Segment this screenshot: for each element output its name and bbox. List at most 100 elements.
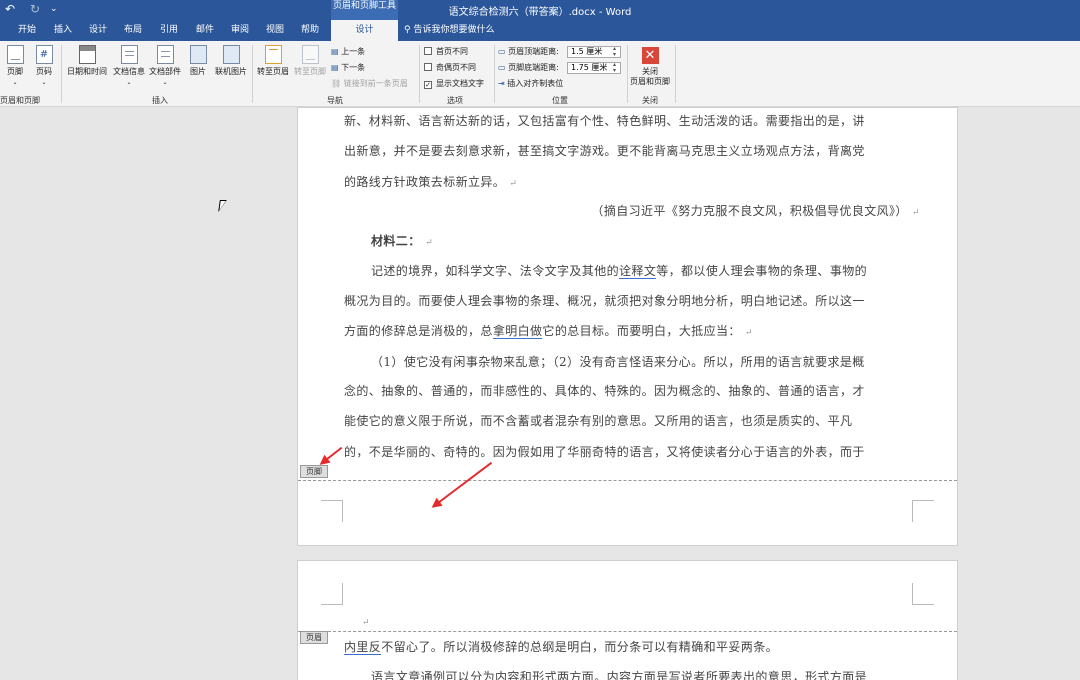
title-bar: ↶ ↻ ⌄ 页眉和页脚工具 语文综合检测六（带答案）.docx - Word xyxy=(0,0,1080,20)
doc-parts-label: 文档部件 xyxy=(149,67,181,76)
next-label: 下一条 xyxy=(341,63,366,72)
date-time-label: 日期和时间 xyxy=(67,67,107,76)
checkbox-icon xyxy=(424,47,432,55)
tell-me-text: 告诉我你想要做什么 xyxy=(413,25,495,35)
picture-button[interactable]: 图片 xyxy=(187,45,209,77)
body-text-line: 新、材料新、语言新达新的话，又包括富有个性、特色鲜明、生动活泼的话。需要指出的是… xyxy=(344,114,865,128)
body-text-line: 念的、抽象的、普通的，而非感性的、具体的、特殊的。因为概念的、抽象的、普通的语言… xyxy=(344,384,865,398)
online-picture-button[interactable]: 联机图片 xyxy=(213,45,249,77)
body-text-line: 语言文章通例可以分为内容和形式两方面。内容方面是写说者所要表出的意思，形式方面是 xyxy=(371,670,868,680)
close-label-1: 关闭 xyxy=(642,67,658,76)
body-text: 不留心了。所以消极修辞的总纲是明白，而分条可以有精确和平妥两条。 xyxy=(381,640,779,654)
body-text-line: 的，不是华丽的、奇特的。因为假如用了华丽奇特的语言，又将使读者分心于语言的外表，… xyxy=(344,445,865,459)
goto-header-button[interactable]: 转至页眉 xyxy=(255,45,291,77)
group-label-options: 选项 xyxy=(447,96,463,105)
divider xyxy=(61,45,62,103)
header-distance-icon: ▭ xyxy=(498,47,509,56)
picture-icon xyxy=(189,45,207,64)
picture-label: 图片 xyxy=(190,67,206,76)
paragraph-mark: ↵ xyxy=(745,328,753,338)
section-heading: 材料二： ↵ xyxy=(371,233,941,251)
tab-mailings[interactable]: 邮件 xyxy=(190,20,220,41)
insert-align-tab-button[interactable]: ⇥ 插入对齐制表位 xyxy=(498,78,563,90)
close-icon: ✕ xyxy=(641,47,659,64)
date-time-button[interactable]: 日期和时间 xyxy=(64,45,110,77)
tab-view[interactable]: 视图 xyxy=(260,20,290,41)
link-prev-label: 链接到前一条页眉 xyxy=(343,79,408,88)
body-text-line: 能使它的意义限于所说，而不含蓄或者混杂有别的意思。又所用的语言，也须是质实的、平… xyxy=(344,414,853,428)
page-number-label: 页码 xyxy=(36,67,52,76)
header-distance-input[interactable]: 1.5 厘米 xyxy=(567,46,621,58)
doc-info-label: 文档信息 xyxy=(113,67,145,76)
page-number-button[interactable]: # 页码 ⌄ xyxy=(33,45,55,88)
grammar-underlined-text[interactable]: 内里反 xyxy=(344,640,382,655)
diff-odd-even-checkbox[interactable]: 奇偶页不同 xyxy=(424,62,476,74)
footer-distance-text: 页脚底端距离: xyxy=(508,63,559,72)
footer-distance-input[interactable]: 1.75 厘米 xyxy=(567,62,621,74)
footer-icon xyxy=(6,45,24,64)
diff-odd-even-label: 奇偶页不同 xyxy=(436,63,476,72)
body-text: 它的总目标。而要明白，大抵应当： xyxy=(542,324,741,338)
tab-review[interactable]: 审阅 xyxy=(225,20,255,41)
tell-me-search[interactable]: ⚲ 告诉我你想要做什么 xyxy=(404,20,494,41)
prev-icon: ▤ xyxy=(331,47,342,56)
link-prev-button[interactable]: ⛓ 链接到前一条页眉 xyxy=(331,78,408,90)
goto-header-icon xyxy=(264,45,282,64)
insert-align-tab-label: 插入对齐制表位 xyxy=(507,79,564,88)
tab-insert[interactable]: 插入 xyxy=(48,20,78,41)
grammar-underlined-text[interactable]: 诠释文 xyxy=(619,264,657,279)
tab-layout[interactable]: 布局 xyxy=(118,20,148,41)
body-text-line: 方面的修辞总是消极的，总拿明白做它的总目标。而要明白，大抵应当： ↵ xyxy=(344,323,914,341)
body-text-line: 记述的境界，如科学文字、法令文字及其他的诠释文等，都以使人理会事物的条理、事物的 xyxy=(371,263,941,279)
header-tag: 页眉 xyxy=(300,631,328,644)
calendar-icon xyxy=(78,45,96,64)
divider xyxy=(627,45,628,103)
prev-button[interactable]: ▤ 上一条 xyxy=(331,46,365,58)
show-text-label: 显示文档文字 xyxy=(436,79,484,88)
checkbox-icon xyxy=(424,63,432,71)
page-number-icon: # xyxy=(35,45,53,64)
footer-label: 页脚 xyxy=(7,67,23,76)
doc-parts-button[interactable]: 文档部件 ⌄ xyxy=(147,45,183,88)
doc-parts-icon xyxy=(156,45,174,64)
citation-line: （摘自习近平《努力克服不良文风，积极倡导优良文风》） ↵ xyxy=(344,203,920,221)
online-picture-label: 联机图片 xyxy=(215,67,247,76)
grammar-underlined-text[interactable]: 拿明白做 xyxy=(492,324,543,339)
tab-references[interactable]: 引用 xyxy=(154,20,184,41)
tab-design-doc[interactable]: 设计 xyxy=(83,20,113,41)
body-text: 等，都以使人理会事物的条理、事物的 xyxy=(656,264,868,278)
diff-first-label: 首页不同 xyxy=(436,47,468,56)
body-text-line: 出新意，并不是要去刻意求新，甚至搞文字游戏。更不能背离马克思主义立场观点方法，背… xyxy=(344,144,865,158)
header-empty-paragraph: ↵ xyxy=(362,613,932,631)
tab-help[interactable]: 帮助 xyxy=(295,20,325,41)
citation-text: （摘自习近平《努力克服不良文风，积极倡导优良文风》） xyxy=(591,204,908,218)
ribbon-tabs: 开始 插入 设计 布局 引用 邮件 审阅 视图 帮助 设计 ⚲ 告诉我你想要做什… xyxy=(0,20,1080,41)
goto-footer-icon xyxy=(301,45,319,64)
goto-footer-button[interactable]: 转至页脚 xyxy=(292,45,328,77)
tab-home[interactable]: 开始 xyxy=(12,20,42,41)
show-text-checkbox[interactable]: ✓ 显示文档文字 xyxy=(424,78,484,90)
link-icon: ⛓ xyxy=(331,79,344,88)
diff-first-checkbox[interactable]: 首页不同 xyxy=(424,46,468,58)
paragraph-mark: ↵ xyxy=(509,179,518,189)
next-button[interactable]: ▤ 下一条 xyxy=(331,62,365,74)
body-text: 的路线方针政策去标新立异。 xyxy=(344,175,506,189)
group-label-nav: 导航 xyxy=(327,96,343,105)
footer-distance-icon: ▭ xyxy=(498,63,509,72)
crop-mark xyxy=(321,583,343,605)
mouse-cursor-icon xyxy=(218,200,227,212)
tab-hf-design[interactable]: 设计 xyxy=(331,20,398,41)
next-icon: ▤ xyxy=(331,63,342,72)
footer-button[interactable]: 页脚 ⌄ xyxy=(4,45,26,88)
group-label-insert: 插入 xyxy=(152,96,168,105)
paragraph-mark: ↵ xyxy=(362,618,370,628)
body-text: 方面的修辞总是消极的，总 xyxy=(344,324,493,338)
doc-info-button[interactable]: 文档信息 ⌄ xyxy=(110,45,148,88)
align-tab-icon: ⇥ xyxy=(498,79,508,88)
header-distance-label: ▭ 页眉顶端距离: xyxy=(498,46,559,58)
close-header-footer-button[interactable]: ✕ 关闭 页眉和页脚 xyxy=(630,45,670,87)
divider xyxy=(675,45,676,103)
heading-text: 材料二： xyxy=(371,234,421,248)
crop-mark xyxy=(912,583,934,605)
group-label-close: 关闭 xyxy=(642,96,658,105)
